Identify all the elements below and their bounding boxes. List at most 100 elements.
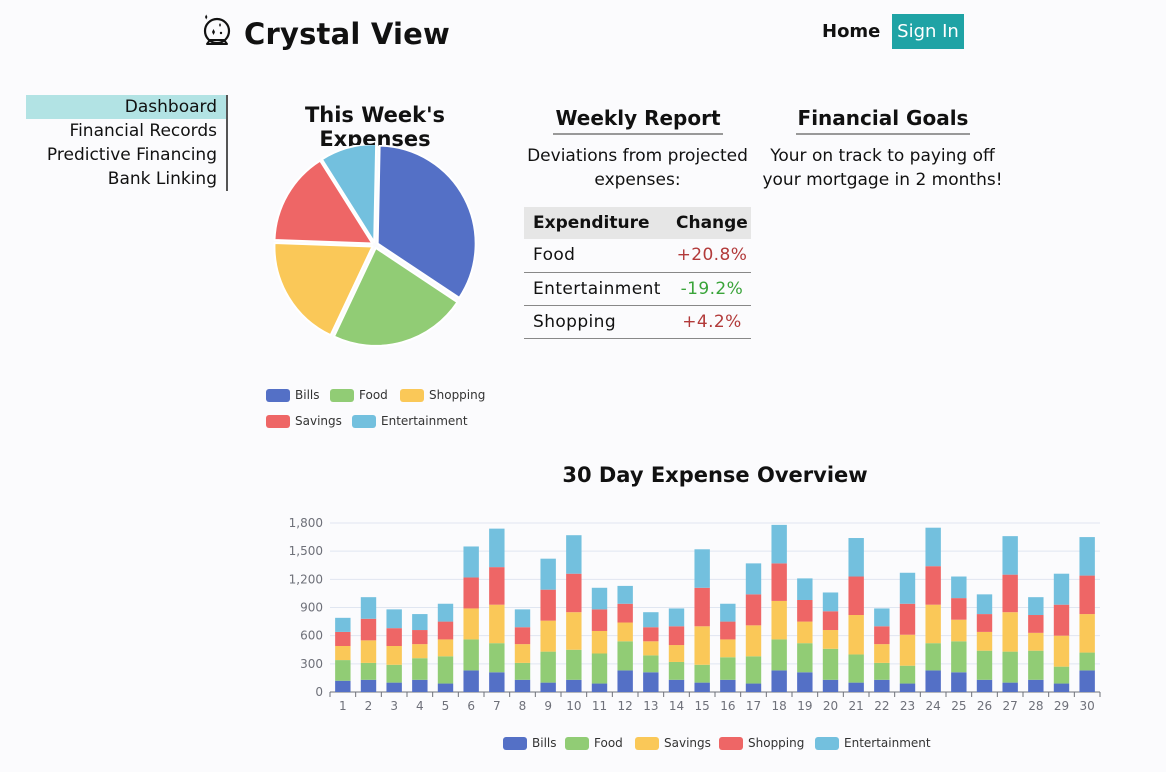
bar-segment-savings[interactable] <box>1028 632 1044 651</box>
bar-segment-savings[interactable] <box>463 608 479 640</box>
bar-segment-entertainment[interactable] <box>437 603 454 622</box>
bar-segment-savings[interactable] <box>591 630 608 654</box>
bar-segment-bills[interactable] <box>514 679 531 692</box>
bar-segment-savings[interactable] <box>745 625 762 657</box>
bar-segment-shopping[interactable] <box>874 626 890 645</box>
bar-segment-bills[interactable] <box>745 683 762 692</box>
bar-segment-savings[interactable] <box>489 604 505 644</box>
bar-segment-food[interactable] <box>335 660 351 681</box>
bar-segment-entertainment[interactable] <box>335 617 351 632</box>
bar-segment-entertainment[interactable] <box>694 549 710 588</box>
bar-segment-shopping[interactable] <box>514 627 531 645</box>
bar-segment-bills[interactable] <box>925 670 941 692</box>
sidebar-item-financial-records[interactable]: Financial Records <box>26 119 226 143</box>
bar-segment-bills[interactable] <box>976 679 993 692</box>
bar-segment-food[interactable] <box>694 664 710 683</box>
bar-segment-bills[interactable] <box>1079 670 1095 692</box>
legend-item[interactable]: Bills <box>266 388 320 402</box>
bar-segment-food[interactable] <box>720 657 736 680</box>
bar-segment-entertainment[interactable] <box>874 608 890 627</box>
bar-segment-entertainment[interactable] <box>1053 573 1070 605</box>
bar-segment-entertainment[interactable] <box>489 528 505 568</box>
legend-item[interactable]: Food <box>565 736 623 750</box>
bar-segment-bills[interactable] <box>668 679 685 692</box>
bar-segment-savings[interactable] <box>976 631 993 651</box>
bar-segment-bills[interactable] <box>874 679 890 692</box>
bar-segment-entertainment[interactable] <box>463 546 479 578</box>
bar-segment-entertainment[interactable] <box>386 609 402 629</box>
bar-segment-shopping[interactable] <box>848 576 864 616</box>
bar-segment-bills[interactable] <box>412 679 428 692</box>
bar-segment-savings[interactable] <box>874 644 890 663</box>
bar-segment-bills[interactable] <box>771 670 787 692</box>
bar-segment-entertainment[interactable] <box>412 614 428 631</box>
bar-segment-bills[interactable] <box>720 679 736 692</box>
bar-segment-savings[interactable] <box>360 640 377 663</box>
bar-segment-entertainment[interactable] <box>1079 537 1095 576</box>
sidebar-item-bank-linking[interactable]: Bank Linking <box>26 167 226 191</box>
bar-segment-savings[interactable] <box>335 645 351 661</box>
bar-segment-savings[interactable] <box>514 644 531 663</box>
bar-segment-savings[interactable] <box>412 644 428 659</box>
legend-item[interactable]: Shopping <box>719 736 804 750</box>
bar-segment-shopping[interactable] <box>566 573 582 613</box>
bar-segment-entertainment[interactable] <box>566 535 582 574</box>
bar-segment-food[interactable] <box>643 655 659 673</box>
bar-segment-entertainment[interactable] <box>976 594 993 615</box>
bar-segment-food[interactable] <box>412 658 428 680</box>
bar-segment-shopping[interactable] <box>822 611 839 631</box>
bar-segment-food[interactable] <box>668 661 685 680</box>
bar-segment-food[interactable] <box>360 662 377 680</box>
legend-item[interactable]: Bills <box>503 736 557 750</box>
bar-segment-food[interactable] <box>1002 651 1018 683</box>
bar-segment-entertainment[interactable] <box>848 538 864 577</box>
bar-segment-shopping[interactable] <box>1002 574 1018 613</box>
legend-item[interactable]: Shopping <box>400 388 485 402</box>
bar-segment-savings[interactable] <box>566 612 582 650</box>
bar-segment-savings[interactable] <box>1053 635 1070 667</box>
bar-segment-shopping[interactable] <box>925 566 941 605</box>
bar-segment-bills[interactable] <box>643 672 659 692</box>
bar-segment-entertainment[interactable] <box>360 597 377 619</box>
bar-segment-bills[interactable] <box>797 672 813 692</box>
bar-segment-savings[interactable] <box>720 639 736 658</box>
bar-segment-entertainment[interactable] <box>771 524 787 564</box>
bar-segment-entertainment[interactable] <box>720 603 736 622</box>
bar-segment-food[interactable] <box>489 643 505 673</box>
bar-segment-shopping[interactable] <box>386 628 402 646</box>
bar-segment-bills[interactable] <box>694 682 710 692</box>
bar-segment-food[interactable] <box>1079 652 1095 671</box>
bar-segment-shopping[interactable] <box>1079 575 1095 615</box>
bar-segment-bills[interactable] <box>335 680 351 692</box>
bar-segment-food[interactable] <box>540 651 556 683</box>
bar-segment-savings[interactable] <box>797 621 813 644</box>
bar-segment-food[interactable] <box>745 656 762 684</box>
bar-segment-food[interactable] <box>514 662 531 680</box>
bar-segment-savings[interactable] <box>643 641 659 656</box>
bar-segment-food[interactable] <box>925 643 941 671</box>
bar-segment-savings[interactable] <box>925 604 941 644</box>
bar-segment-shopping[interactable] <box>591 609 608 631</box>
bar-segment-shopping[interactable] <box>437 621 454 640</box>
bar-segment-food[interactable] <box>771 639 787 671</box>
bar-segment-shopping[interactable] <box>360 618 377 641</box>
bar-segment-bills[interactable] <box>360 679 377 692</box>
nav-home-link[interactable]: Home <box>822 21 880 42</box>
bar-segment-entertainment[interactable] <box>925 527 941 567</box>
bar-segment-shopping[interactable] <box>1028 615 1044 633</box>
bar-segment-savings[interactable] <box>386 645 402 665</box>
bar-segment-food[interactable] <box>976 650 993 680</box>
bar-segment-shopping[interactable] <box>668 626 685 646</box>
bar-segment-bills[interactable] <box>591 683 608 692</box>
bar-segment-shopping[interactable] <box>899 603 916 635</box>
bar-segment-bills[interactable] <box>463 670 479 692</box>
bar-segment-shopping[interactable] <box>745 594 762 626</box>
bar-segment-bills[interactable] <box>617 670 633 692</box>
bar-segment-entertainment[interactable] <box>1002 536 1018 575</box>
bar-segment-bills[interactable] <box>489 672 505 692</box>
bar-segment-bills[interactable] <box>1028 679 1044 692</box>
bar-segment-food[interactable] <box>951 641 967 673</box>
bar-segment-bills[interactable] <box>848 682 864 692</box>
bar-segment-savings[interactable] <box>437 639 454 657</box>
bar-segment-bills[interactable] <box>1053 683 1070 692</box>
